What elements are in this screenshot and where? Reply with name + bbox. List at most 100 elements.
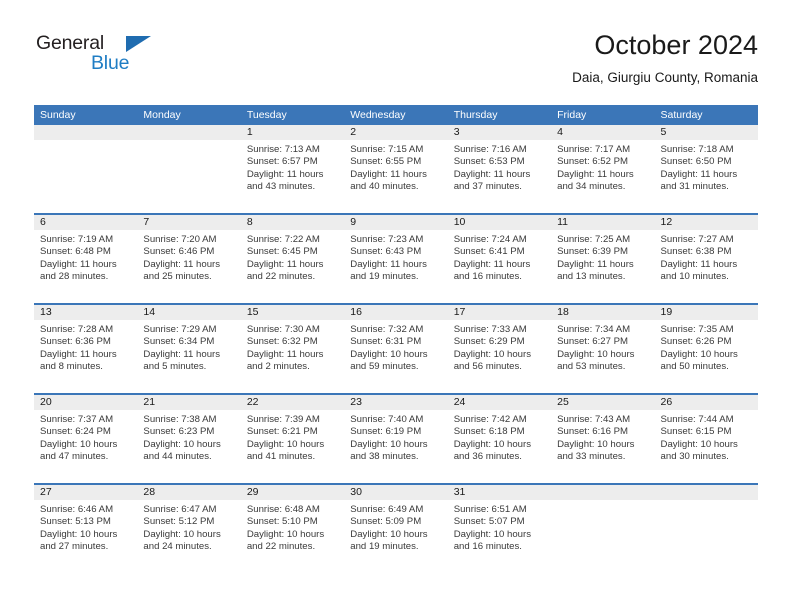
day-cell[interactable]: Sunrise: 7:42 AM Sunset: 6:18 PM Daylight:… xyxy=(448,410,551,483)
day-number[interactable]: 28 xyxy=(137,485,240,500)
day-cell[interactable]: Sunrise: 6:46 AM Sunset: 5:13 PM Daylight:… xyxy=(34,500,137,573)
day-number[interactable]: 17 xyxy=(448,305,551,320)
day-cell[interactable]: Sunrise: 7:40 AM Sunset: 6:19 PM Daylight:… xyxy=(344,410,447,483)
sunset-text: Sunset: 6:45 PM xyxy=(246,246,318,258)
day-number-empty xyxy=(137,125,240,140)
day-cell[interactable]: Sunrise: 7:35 AM Sunset: 6:26 PM Daylight:… xyxy=(655,320,758,393)
daylight-text: Daylight: 11 hours and 10 minutes. xyxy=(660,258,738,283)
sunset-text: Sunset: 5:07 PM xyxy=(453,516,525,528)
day-cell-empty xyxy=(551,500,654,573)
sunrise-text: Sunrise: 6:49 AM xyxy=(350,504,424,515)
sunset-text: Sunset: 6:38 PM xyxy=(660,246,732,258)
sunrise-text: Sunrise: 6:51 AM xyxy=(453,504,527,515)
sunset-text: Sunset: 6:46 PM xyxy=(143,246,215,258)
daylight-text: Daylight: 10 hours and 24 minutes. xyxy=(143,528,221,553)
sunrise-text: Sunrise: 6:48 AM xyxy=(246,504,320,515)
day-cell[interactable]: Sunrise: 7:24 AM Sunset: 6:41 PM Daylight:… xyxy=(448,230,551,303)
day-number[interactable]: 13 xyxy=(34,305,137,320)
day-cell[interactable]: Sunrise: 7:28 AM Sunset: 6:36 PM Daylight:… xyxy=(34,320,137,393)
sunrise-text: Sunrise: 7:16 AM xyxy=(453,144,527,155)
sunset-text: Sunset: 6:52 PM xyxy=(557,156,629,168)
day-cell[interactable]: Sunrise: 7:25 AM Sunset: 6:39 PM Daylight:… xyxy=(551,230,654,303)
day-cell[interactable]: Sunrise: 7:15 AM Sunset: 6:55 PM Daylight:… xyxy=(344,140,447,213)
day-cell[interactable]: Sunrise: 7:32 AM Sunset: 6:31 PM Daylight:… xyxy=(344,320,447,393)
sunset-text: Sunset: 6:21 PM xyxy=(246,426,318,438)
week-content-row: Sunrise: 7:28 AM Sunset: 6:36 PM Daylight:… xyxy=(34,320,758,393)
general-blue-logo: General Blue xyxy=(34,32,234,88)
day-number[interactable]: 30 xyxy=(344,485,447,500)
page-title: October 2024 xyxy=(594,30,758,60)
sunset-text: Sunset: 6:32 PM xyxy=(246,336,318,348)
day-number[interactable]: 27 xyxy=(34,485,137,500)
daylight-text: Daylight: 11 hours and 2 minutes. xyxy=(246,348,324,373)
day-cell[interactable]: Sunrise: 7:13 AM Sunset: 6:57 PM Daylight:… xyxy=(241,140,344,213)
sunrise-text: Sunrise: 7:23 AM xyxy=(350,234,424,245)
title-block: October 2024 Daia, Giurgiu County, Roman… xyxy=(572,28,758,89)
sunset-text: Sunset: 6:16 PM xyxy=(557,426,629,438)
day-number[interactable]: 15 xyxy=(241,305,344,320)
day-cell[interactable]: Sunrise: 7:44 AM Sunset: 6:15 PM Daylight:… xyxy=(655,410,758,483)
day-cell[interactable]: Sunrise: 7:29 AM Sunset: 6:34 PM Daylight:… xyxy=(137,320,240,393)
day-cell[interactable]: Sunrise: 7:17 AM Sunset: 6:52 PM Daylight:… xyxy=(551,140,654,213)
day-cell[interactable]: Sunrise: 7:18 AM Sunset: 6:50 PM Daylight:… xyxy=(655,140,758,213)
day-number[interactable]: 4 xyxy=(551,125,654,140)
sunrise-text: Sunrise: 6:46 AM xyxy=(40,504,114,515)
day-cell[interactable]: Sunrise: 7:37 AM Sunset: 6:24 PM Daylight:… xyxy=(34,410,137,483)
sunset-text: Sunset: 6:39 PM xyxy=(557,246,629,258)
day-number[interactable]: 23 xyxy=(344,395,447,410)
day-number[interactable]: 20 xyxy=(34,395,137,410)
day-number[interactable]: 1 xyxy=(241,125,344,140)
week-daynumber-band: 20 21 22 23 24 25 26 xyxy=(34,395,758,410)
day-cell[interactable]: Sunrise: 7:39 AM Sunset: 6:21 PM Daylight:… xyxy=(241,410,344,483)
day-cell[interactable]: Sunrise: 7:16 AM Sunset: 6:53 PM Daylight:… xyxy=(448,140,551,213)
day-number[interactable]: 12 xyxy=(655,215,758,230)
day-number[interactable]: 26 xyxy=(655,395,758,410)
sunset-text: Sunset: 6:15 PM xyxy=(660,426,732,438)
sunrise-text: Sunrise: 7:30 AM xyxy=(246,324,320,335)
daylight-text: Daylight: 10 hours and 27 minutes. xyxy=(40,528,118,553)
day-number[interactable]: 31 xyxy=(448,485,551,500)
day-number[interactable]: 7 xyxy=(137,215,240,230)
daylight-text: Daylight: 11 hours and 13 minutes. xyxy=(557,258,634,283)
day-cell[interactable]: Sunrise: 7:23 AM Sunset: 6:43 PM Daylight:… xyxy=(344,230,447,303)
day-cell[interactable]: Sunrise: 6:48 AM Sunset: 5:10 PM Daylight:… xyxy=(241,500,344,573)
day-number[interactable]: 8 xyxy=(241,215,344,230)
day-number[interactable]: 2 xyxy=(344,125,447,140)
day-number[interactable]: 22 xyxy=(241,395,344,410)
day-cell[interactable]: Sunrise: 6:49 AM Sunset: 5:09 PM Daylight:… xyxy=(344,500,447,573)
sunrise-text: Sunrise: 7:39 AM xyxy=(246,414,320,425)
day-number[interactable]: 11 xyxy=(551,215,654,230)
daylight-text: Daylight: 11 hours and 37 minutes. xyxy=(453,168,531,193)
day-number[interactable]: 3 xyxy=(448,125,551,140)
day-cell[interactable]: Sunrise: 7:43 AM Sunset: 6:16 PM Daylight:… xyxy=(551,410,654,483)
day-cell[interactable]: Sunrise: 7:34 AM Sunset: 6:27 PM Daylight:… xyxy=(551,320,654,393)
day-cell[interactable]: Sunrise: 7:33 AM Sunset: 6:29 PM Daylight:… xyxy=(448,320,551,393)
day-cell[interactable]: Sunrise: 7:27 AM Sunset: 6:38 PM Daylight:… xyxy=(655,230,758,303)
day-cell[interactable]: Sunrise: 7:19 AM Sunset: 6:48 PM Daylight:… xyxy=(34,230,137,303)
sunset-text: Sunset: 5:10 PM xyxy=(246,516,318,528)
day-number[interactable]: 6 xyxy=(34,215,137,230)
calendar-grid: Sunday Monday Tuesday Wednesday Thursday Frid… xyxy=(34,105,758,573)
day-cell[interactable]: Sunrise: 6:47 AM Sunset: 5:12 PM Daylight:… xyxy=(137,500,240,573)
day-number[interactable]: 25 xyxy=(551,395,654,410)
day-number[interactable]: 16 xyxy=(344,305,447,320)
day-cell[interactable]: Sunrise: 6:51 AM Sunset: 5:07 PM Daylight:… xyxy=(448,500,551,573)
daylight-text: Daylight: 10 hours and 22 minutes. xyxy=(246,528,325,553)
day-cell[interactable]: Sunrise: 7:22 AM Sunset: 6:45 PM Daylight:… xyxy=(241,230,344,303)
day-number[interactable]: 10 xyxy=(448,215,551,230)
day-number[interactable]: 19 xyxy=(655,305,758,320)
daylight-text: Daylight: 11 hours and 28 minutes. xyxy=(40,258,117,283)
day-number[interactable]: 5 xyxy=(655,125,758,140)
day-number[interactable]: 9 xyxy=(344,215,447,230)
day-number[interactable]: 24 xyxy=(448,395,551,410)
day-number[interactable]: 18 xyxy=(551,305,654,320)
daylight-text: Daylight: 11 hours and 8 minutes. xyxy=(40,348,117,373)
day-number[interactable]: 14 xyxy=(137,305,240,320)
daylight-text: Daylight: 10 hours and 19 minutes. xyxy=(350,528,428,553)
day-cell[interactable]: Sunrise: 7:38 AM Sunset: 6:23 PM Daylight:… xyxy=(137,410,240,483)
day-number[interactable]: 21 xyxy=(137,395,240,410)
day-cell[interactable]: Sunrise: 7:30 AM Sunset: 6:32 PM Daylight:… xyxy=(241,320,344,393)
calendar-week-row: 20 21 22 23 24 25 26 Sunrise: 7:37 AM Sunset: 6:… xyxy=(34,393,758,483)
day-cell[interactable]: Sunrise: 7:20 AM Sunset: 6:46 PM Daylight:… xyxy=(137,230,240,303)
day-number[interactable]: 29 xyxy=(241,485,344,500)
